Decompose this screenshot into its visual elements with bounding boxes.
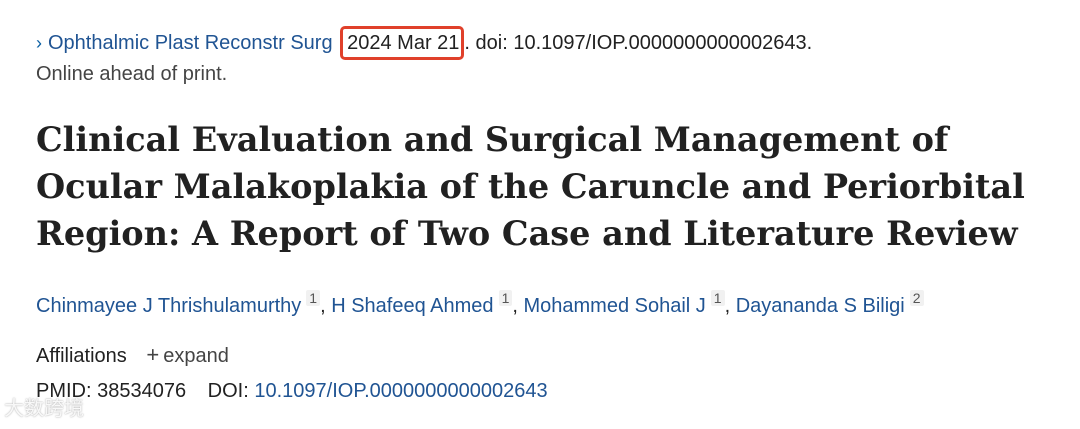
author-link[interactable]: Dayananda S Biligi (736, 295, 905, 317)
author-separator: , (320, 295, 326, 317)
article-title: Clinical Evaluation and Surgical Managem… (36, 120, 1025, 253)
affiliation-number[interactable]: 1 (710, 290, 725, 306)
doi-link[interactable]: 10.1097/IOP.0000000000002643 (254, 380, 547, 402)
author-list: Chinmayee J Thrishulamurthy 1, H Shafeeq … (36, 290, 924, 321)
affiliations-row: Affiliations + expand (36, 341, 229, 370)
affiliation-number[interactable]: 1 (498, 290, 513, 306)
publication-status: Online ahead of print. (36, 63, 228, 85)
author-separator: , (512, 295, 518, 317)
doi-label: DOI: (207, 380, 249, 402)
affiliations-label: Affiliations (36, 345, 127, 367)
author-link[interactable]: H Shafeeq Ahmed (331, 295, 493, 317)
author-link[interactable]: Chinmayee J Thrishulamurthy (36, 295, 301, 317)
author-separator: , (724, 295, 731, 317)
author-link[interactable]: Mohammed Sohail J (523, 295, 705, 317)
journal-link[interactable]: Ophthalmic Plast Reconstr Surg (48, 32, 333, 54)
citation-line: › Ophthalmic Plast Reconstr Surg 2024 Mar… (36, 26, 812, 60)
watermark-logo: 大数跨境 (4, 394, 84, 422)
expand-label: expand (163, 345, 229, 367)
watermark-text: 大数跨境 (4, 396, 84, 420)
identifiers-row: PMID: 38534076 DOI: 10.1097/IOP.00000000… (36, 377, 548, 405)
affiliation-number[interactable]: 2 (909, 290, 924, 306)
pmid-value: 38534076 (97, 380, 187, 402)
citation-doi-text: . doi: 10.1097/IOP.0000000000002643. (464, 32, 813, 54)
affiliation-number[interactable]: 1 (306, 290, 321, 306)
publication-date-highlighted: 2024 Mar 21 (340, 26, 465, 60)
affiliations-expand-button[interactable]: + expand (146, 342, 229, 367)
chevron-right-icon[interactable]: › (36, 33, 42, 53)
plus-icon: + (146, 342, 160, 367)
